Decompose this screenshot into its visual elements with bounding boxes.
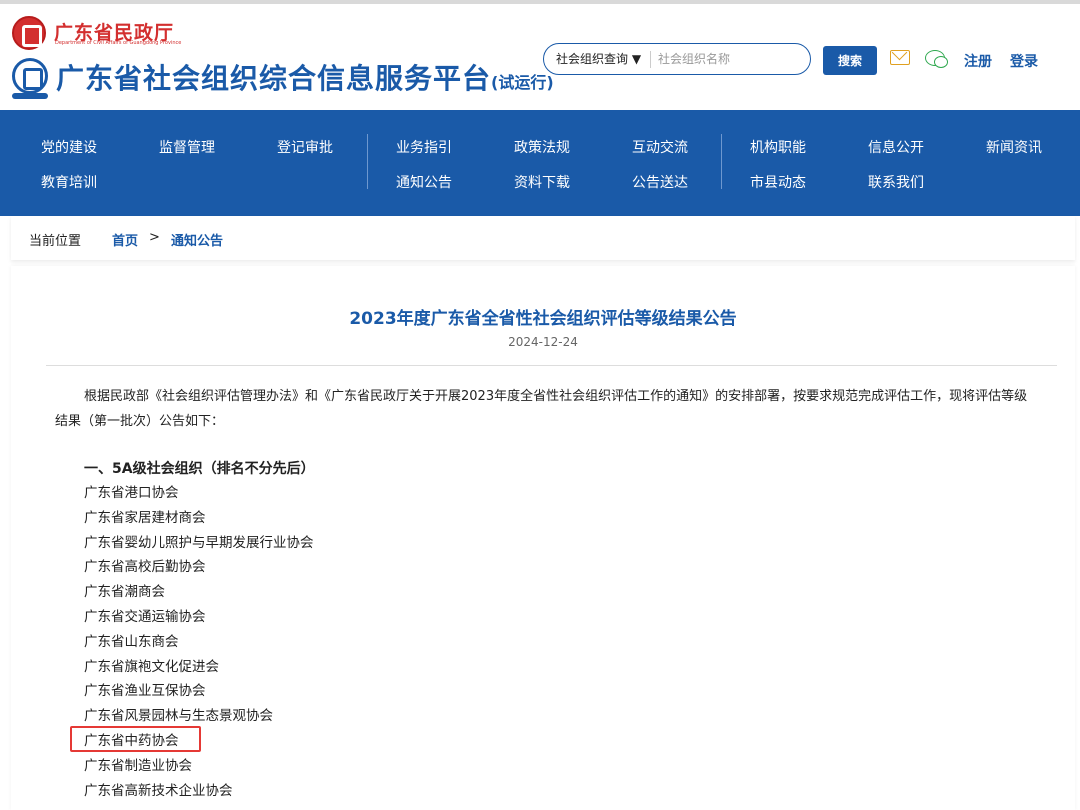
list-item: 广东省交通运输协会 xyxy=(84,608,206,625)
search-box: 社会组织查询 ▼ xyxy=(543,43,811,75)
article-intro: 根据民政部《社会组织评估管理办法》和《广东省民政厅关于开展2023年度全省性社会… xyxy=(55,389,1028,429)
site-title-text: 广东省社会组织综合信息服务平台 xyxy=(56,62,492,95)
search-input[interactable] xyxy=(658,48,802,70)
list-item: 广东省高新技术企业协会 xyxy=(84,782,233,799)
article-date: 2024-12-24 xyxy=(508,335,578,349)
nav-item-functions[interactable]: 机构职能 xyxy=(750,137,806,157)
article-title: 2023年度广东省全省性社会组织评估等级结果公告 xyxy=(349,309,737,329)
civil-affairs-logo-icon xyxy=(12,16,46,50)
register-link[interactable]: 注册 xyxy=(964,51,992,71)
nav-item-downloads[interactable]: 资料下载 xyxy=(514,172,570,192)
nav-item-party-building[interactable]: 党的建设 xyxy=(41,137,97,157)
list-item: 广东省高校后勤协会 xyxy=(84,559,206,576)
search-button[interactable]: 搜索 xyxy=(823,46,877,75)
nav-item-training[interactable]: 教育培训 xyxy=(41,172,97,192)
nav-item-info-disclosure[interactable]: 信息公开 xyxy=(868,137,924,157)
highlight-box xyxy=(70,726,201,752)
wechat-icon[interactable] xyxy=(925,50,948,68)
nav-item-business-guide[interactable]: 业务指引 xyxy=(396,137,452,157)
site-title[interactable]: 广东省社会组织综合信息服务平台(试运行) xyxy=(56,57,554,97)
organization-list: 广东省港口协会 广东省家居建材商会 广东省婴幼儿照护与早期发展行业协会 广东省高… xyxy=(84,481,314,803)
department-name-en: Department of Civil Affairs of Guangdong… xyxy=(55,40,182,46)
breadcrumb-current-link[interactable]: 通知公告 xyxy=(171,230,223,249)
list-item: 广东省港口协会 xyxy=(84,485,179,501)
breadcrumb-separator: > xyxy=(149,230,160,245)
section-heading: 一、5A级社会组织（排名不分先后） xyxy=(84,461,315,477)
nav-divider xyxy=(721,134,722,189)
list-item: 广东省山东商会 xyxy=(84,633,179,650)
search-type-select[interactable]: 社会组织查询 ▼ xyxy=(556,50,641,67)
nav-item-contact[interactable]: 联系我们 xyxy=(868,172,924,192)
platform-logo-icon[interactable] xyxy=(12,58,48,99)
breadcrumb-home-link[interactable]: 首页 xyxy=(112,230,138,249)
list-item: 广东省渔业互保协会 xyxy=(84,683,206,700)
search-divider xyxy=(650,51,651,68)
nav-item-city-updates[interactable]: 市县动态 xyxy=(750,172,806,192)
nav-item-policies[interactable]: 政策法规 xyxy=(514,137,570,157)
article-divider xyxy=(46,365,1057,366)
breadcrumb: 当前位置 首页 > 通知公告 xyxy=(11,216,1075,260)
nav-item-notices[interactable]: 通知公告 xyxy=(396,172,452,192)
nav-item-supervision[interactable]: 监督管理 xyxy=(159,137,215,157)
site-header: 广东省民政厅 Department of Civil Affairs of Gu… xyxy=(0,4,1080,110)
nav-item-announcement-delivery[interactable]: 公告送达 xyxy=(632,172,688,192)
article-panel: 2023年度广东省全省性社会组织评估等级结果公告 2024-12-24 根据民政… xyxy=(11,266,1075,810)
nav-item-interaction[interactable]: 互动交流 xyxy=(632,137,688,157)
breadcrumb-label: 当前位置 xyxy=(29,234,82,249)
main-nav: 党的建设 监督管理 登记审批 业务指引 政策法规 互动交流 机构职能 信息公开 … xyxy=(0,110,1080,216)
list-item: 广东省旗袍文化促进会 xyxy=(84,658,219,675)
site-title-suffix: (试运行) xyxy=(491,73,554,92)
list-item: 广东省潮商会 xyxy=(84,584,165,601)
mail-icon[interactable] xyxy=(890,50,910,65)
nav-item-registration[interactable]: 登记审批 xyxy=(277,137,333,157)
list-item: 广东省婴幼儿照护与早期发展行业协会 xyxy=(84,534,314,551)
list-item: 广东省制造业协会 xyxy=(84,757,192,774)
nav-divider xyxy=(367,134,368,189)
nav-item-news[interactable]: 新闻资讯 xyxy=(986,137,1042,157)
list-item: 广东省家居建材商会 xyxy=(84,509,206,526)
login-link[interactable]: 登录 xyxy=(1010,51,1038,71)
